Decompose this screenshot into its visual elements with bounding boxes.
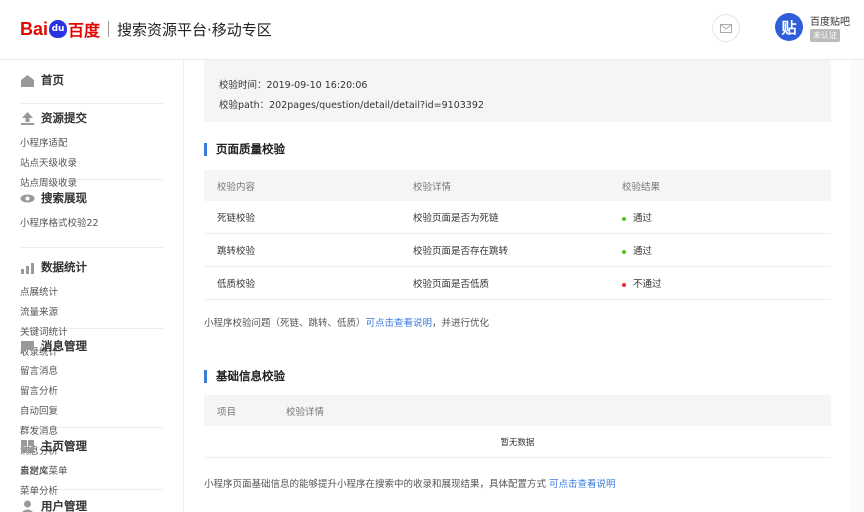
nav-item-daily-index[interactable]: 站点天级收录 — [20, 154, 93, 174]
check-path: 校验path：202pages/question/detail/detail?i… — [219, 100, 484, 111]
user-icon — [21, 500, 34, 512]
verify-badge: 未认证 — [810, 29, 840, 42]
basic-note: 小程序页面基础信息的能够提升小程序在搜索中的收录和展现结果，具体配置方式 可点击… — [204, 479, 616, 490]
table-row: 死链校验 校验页面是否为死链 通过 — [204, 201, 831, 234]
nav-message-title: 消息管理 — [41, 339, 87, 353]
quality-table: 校验内容 校验详情 校验结果 死链校验 校验页面是否为死链 通过 跳转校验 校验… — [204, 170, 831, 300]
table-row: 跳转校验 校验页面是否存在跳转 通过 — [204, 234, 831, 267]
platform-title: 搜索资源平台·移动专区 — [117, 20, 272, 39]
basic-help-link[interactable]: 可点击查看说明 — [549, 479, 616, 490]
empty-state: 暂无数据 — [204, 426, 831, 458]
mail-icon[interactable] — [712, 14, 740, 42]
upload-icon — [21, 111, 34, 125]
col-content: 校验内容 — [217, 181, 256, 193]
col-detail: 校验详情 — [413, 181, 452, 193]
nav-data: 数据统计 点展统计 流量来源 关键词统计 收录统计 — [20, 257, 164, 358]
col-item: 项目 — [217, 406, 237, 418]
col-basic-detail: 校验详情 — [286, 406, 325, 418]
basic-table: 项目 校验详情 暂无数据 — [204, 395, 831, 458]
nav-item-comment-msg[interactable]: 留言消息 — [20, 362, 93, 382]
nav-user-title: 用户管理 — [41, 499, 87, 512]
nav-user: 用户管理 — [20, 496, 164, 512]
status-dot-pass — [622, 216, 626, 221]
nav-homepage-title: 主页管理 — [41, 439, 87, 453]
message-icon — [21, 340, 34, 353]
nav-item-auto-reply[interactable]: 自动回复 — [20, 402, 93, 422]
check-time: 校验时间：2019-09-10 16:20:06 — [219, 80, 368, 91]
nav-item-traffic-source[interactable]: 流量来源 — [20, 303, 93, 323]
nav-item-miniapp-adapt[interactable]: 小程序适配 — [20, 134, 93, 154]
basic-section-title: 基础信息校验 — [204, 370, 285, 383]
chart-icon — [21, 262, 34, 274]
top-header: Bai du 百度 搜索资源平台·移动专区 贴 百度贴吧 未认证 — [0, 0, 864, 60]
home-icon — [21, 74, 34, 87]
nav-resource-title: 资源提交 — [41, 111, 87, 125]
table-row: 低质校验 校验页面是否低质 不通过 — [204, 267, 831, 300]
nav-data-title: 数据统计 — [41, 260, 87, 274]
grid-icon — [21, 439, 34, 453]
logo-paw-icon: du — [49, 20, 68, 38]
status-text: 不通过 — [633, 279, 662, 290]
avatar[interactable]: 贴 — [775, 13, 803, 41]
nav-homepage: 主页管理 自定义菜单 菜单分析 — [20, 436, 164, 497]
nav-home-label: 首页 — [41, 73, 64, 87]
status-dot-fail — [622, 282, 626, 287]
main-content: 校验时间：2019-09-10 16:20:06 校验path：202pages… — [184, 60, 864, 512]
nav-item-comment-analysis[interactable]: 留言分析 — [20, 382, 93, 402]
check-info-box: 校验时间：2019-09-10 16:20:06 校验path：202pages… — [204, 60, 831, 122]
status-dot-pass — [622, 249, 626, 254]
basic-table-header: 项目 校验详情 — [204, 395, 831, 426]
quality-help-link[interactable]: 可点击查看说明 — [366, 318, 433, 329]
quality-section-title: 页面质量校验 — [204, 143, 285, 156]
nav-home[interactable]: 首页 — [20, 70, 164, 104]
nav-search-title: 搜索展现 — [41, 191, 87, 205]
col-result: 校验结果 — [622, 181, 661, 193]
nav-resource: 资源提交 小程序适配 站点天级收录 站点周级收录 — [20, 108, 164, 189]
status-text: 通过 — [633, 246, 653, 257]
eye-icon — [20, 194, 35, 202]
nav-search: 搜索展现 小程序格式校验22 — [20, 188, 164, 248]
nav-item-format-check[interactable]: 小程序格式校验22 — [20, 214, 100, 229]
logo-cn: 百度 — [68, 21, 101, 40]
quality-table-header: 校验内容 校验详情 校验结果 — [204, 170, 831, 201]
logo-separator — [108, 21, 110, 37]
status-text: 通过 — [633, 213, 653, 224]
baidu-logo[interactable]: Bai du 百度 搜索资源平台·移动专区 — [20, 17, 272, 41]
logo-bai: Bai — [20, 18, 49, 39]
scrollbar[interactable] — [850, 60, 864, 512]
quality-note: 小程序校验问题（死链、跳转、低质）可点击查看说明，并进行优化 — [204, 318, 490, 329]
nav-item-custom-menu[interactable]: 自定义菜单 — [20, 462, 93, 482]
nav-item-impression-stats[interactable]: 点展统计 — [20, 283, 93, 303]
sidebar: 首页 资源提交 小程序适配 站点天级收录 站点周级收录 搜索展现 小程序格式校验… — [0, 60, 184, 512]
user-name[interactable]: 百度贴吧 — [810, 13, 850, 28]
nav-message: 消息管理 留言消息 留言分析 自动回复 群发消息 消息分析 素材库 — [20, 336, 164, 477]
